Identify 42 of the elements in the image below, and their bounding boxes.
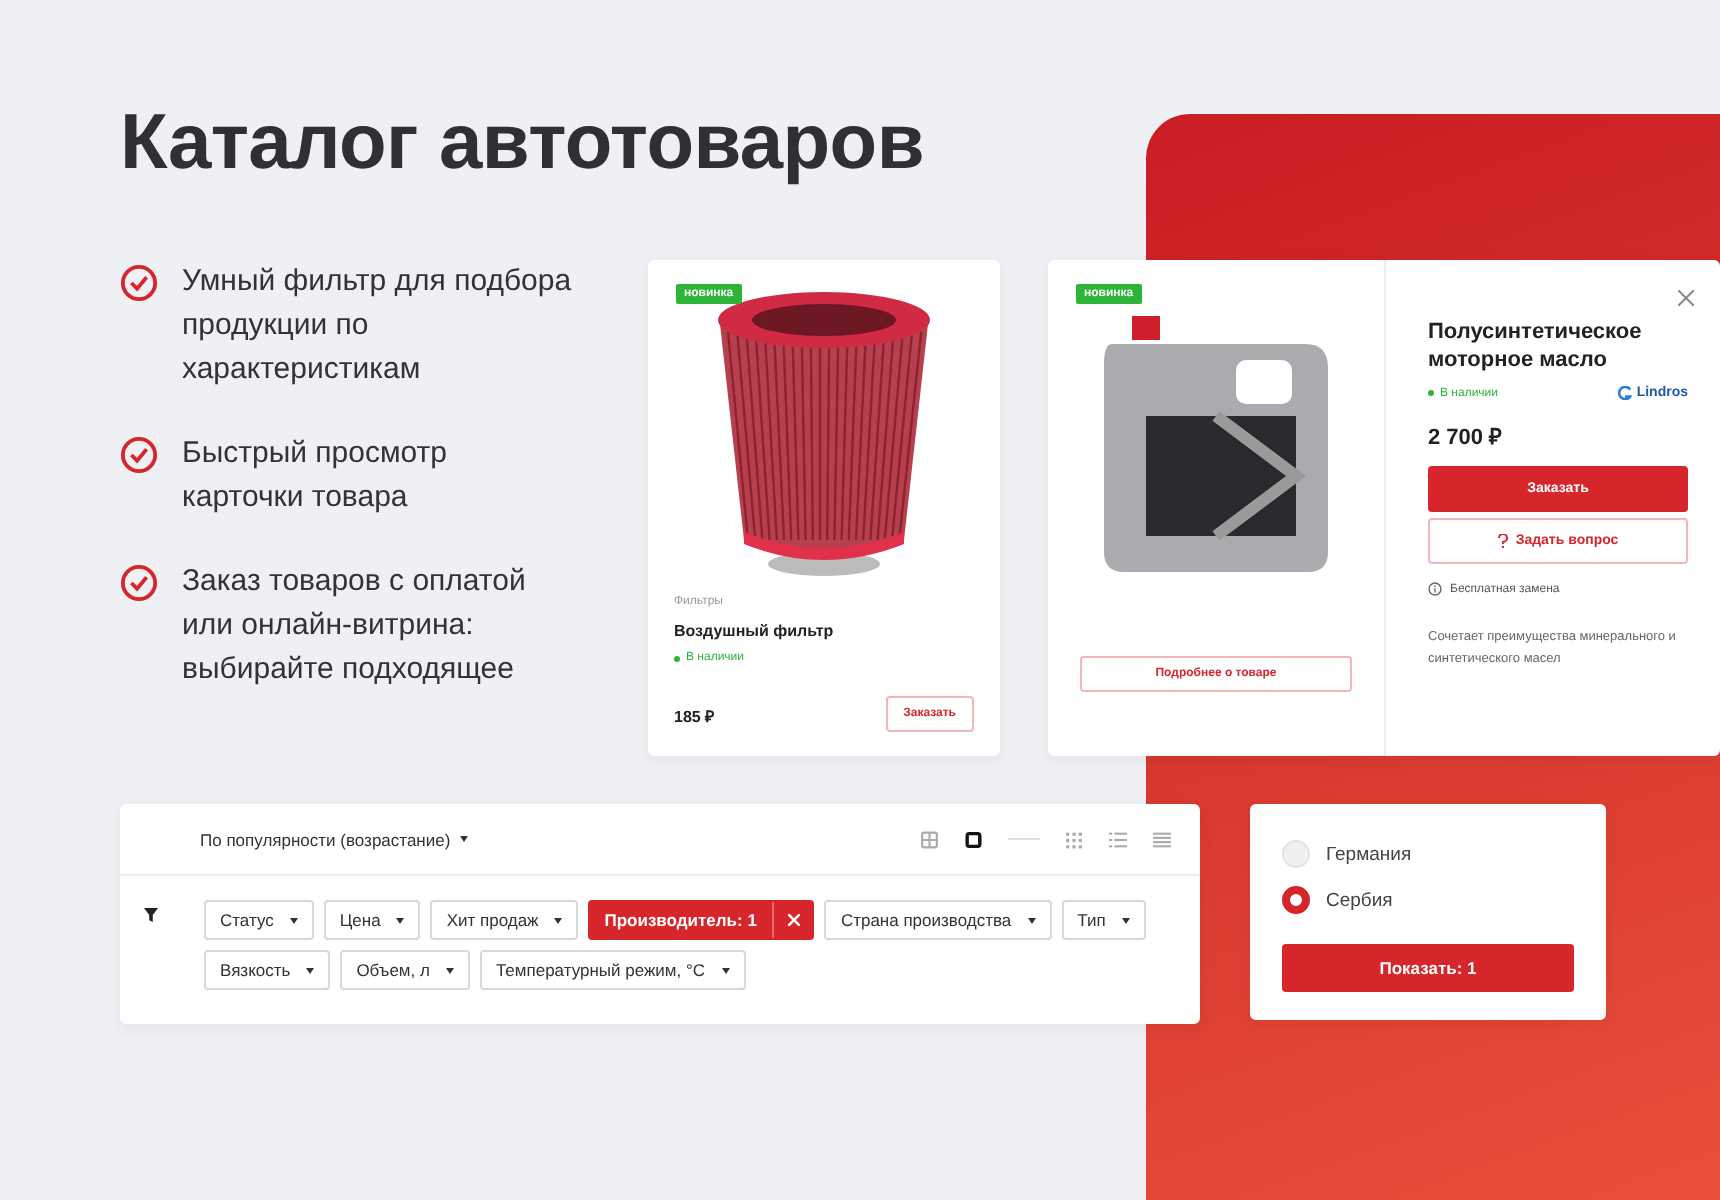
feature-text: Быстрый просмотр карточки товара: [182, 434, 450, 518]
feature-text: Заказ товаров с оплатой или онлайн-витрина: выбирайте подходящее: [182, 562, 528, 690]
view-list-button[interactable]: [1108, 829, 1128, 849]
filter-chip[interactable]: Объем, л: [340, 950, 470, 990]
view-table-button[interactable]: [1152, 829, 1172, 849]
filter-chip[interactable]: Страна производства: [824, 900, 1052, 940]
caret-icon: [721, 967, 730, 973]
product-price: 2 700 ₽: [1428, 424, 1504, 450]
view-tiles-button[interactable]: [920, 829, 940, 849]
caret-icon: [554, 917, 563, 923]
view-card-button[interactable]: [964, 829, 984, 849]
product-price: 185 ₽: [674, 705, 716, 725]
filter-chip[interactable]: Производитель: 1: [588, 900, 815, 940]
caret-icon: [1027, 917, 1036, 923]
caret-icon: [460, 836, 469, 842]
filter-chip[interactable]: Температурный режим, °С: [479, 950, 746, 990]
view-grid-button[interactable]: [1064, 829, 1084, 849]
close-icon[interactable]: [1678, 290, 1694, 306]
question-mark-icon: [1497, 534, 1508, 548]
feature-text: Умный фильтр для подбора продукции по характеристикам: [182, 262, 574, 390]
filter-chip[interactable]: Тип: [1061, 900, 1146, 940]
caret-icon: [306, 967, 315, 973]
check-circle-icon: [120, 264, 158, 302]
filter-chip[interactable]: Хит продаж: [430, 900, 579, 940]
product-name: Воздушный фильтр: [674, 622, 836, 640]
caret-icon: [1121, 917, 1130, 923]
country-radio-option[interactable]: Германия: [1282, 840, 1574, 868]
sort-dropdown[interactable]: По популярности (возрастание): [200, 829, 469, 849]
info-icon: [1428, 582, 1442, 596]
filter-chip[interactable]: Статус: [204, 900, 314, 940]
filter-chip[interactable]: Цена: [323, 900, 421, 940]
caret-icon: [396, 917, 405, 923]
check-circle-icon: [120, 436, 158, 474]
show-results-button[interactable]: Показать: 1: [1282, 944, 1574, 992]
caret-icon: [445, 967, 454, 973]
filter-chip[interactable]: Вязкость: [204, 950, 331, 990]
country-radio-option[interactable]: Сербия: [1282, 886, 1574, 914]
product-name: Полусинтетическое моторное масло: [1428, 318, 1644, 374]
caret-icon: [289, 917, 298, 923]
page-title: Каталог автотоваров: [120, 100, 926, 188]
filter-icon: [144, 908, 158, 922]
check-circle-icon: [120, 564, 158, 602]
